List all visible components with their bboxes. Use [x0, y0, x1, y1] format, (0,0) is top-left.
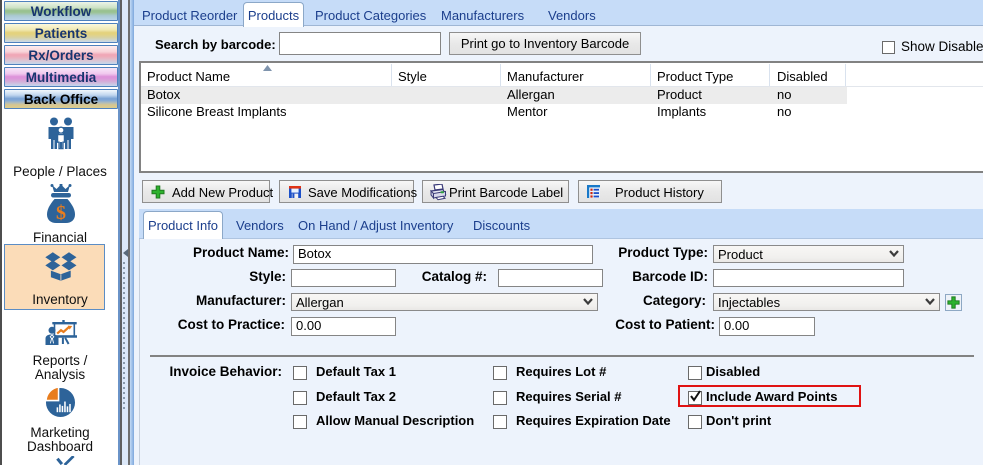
- svg-text:$: $: [56, 202, 66, 224]
